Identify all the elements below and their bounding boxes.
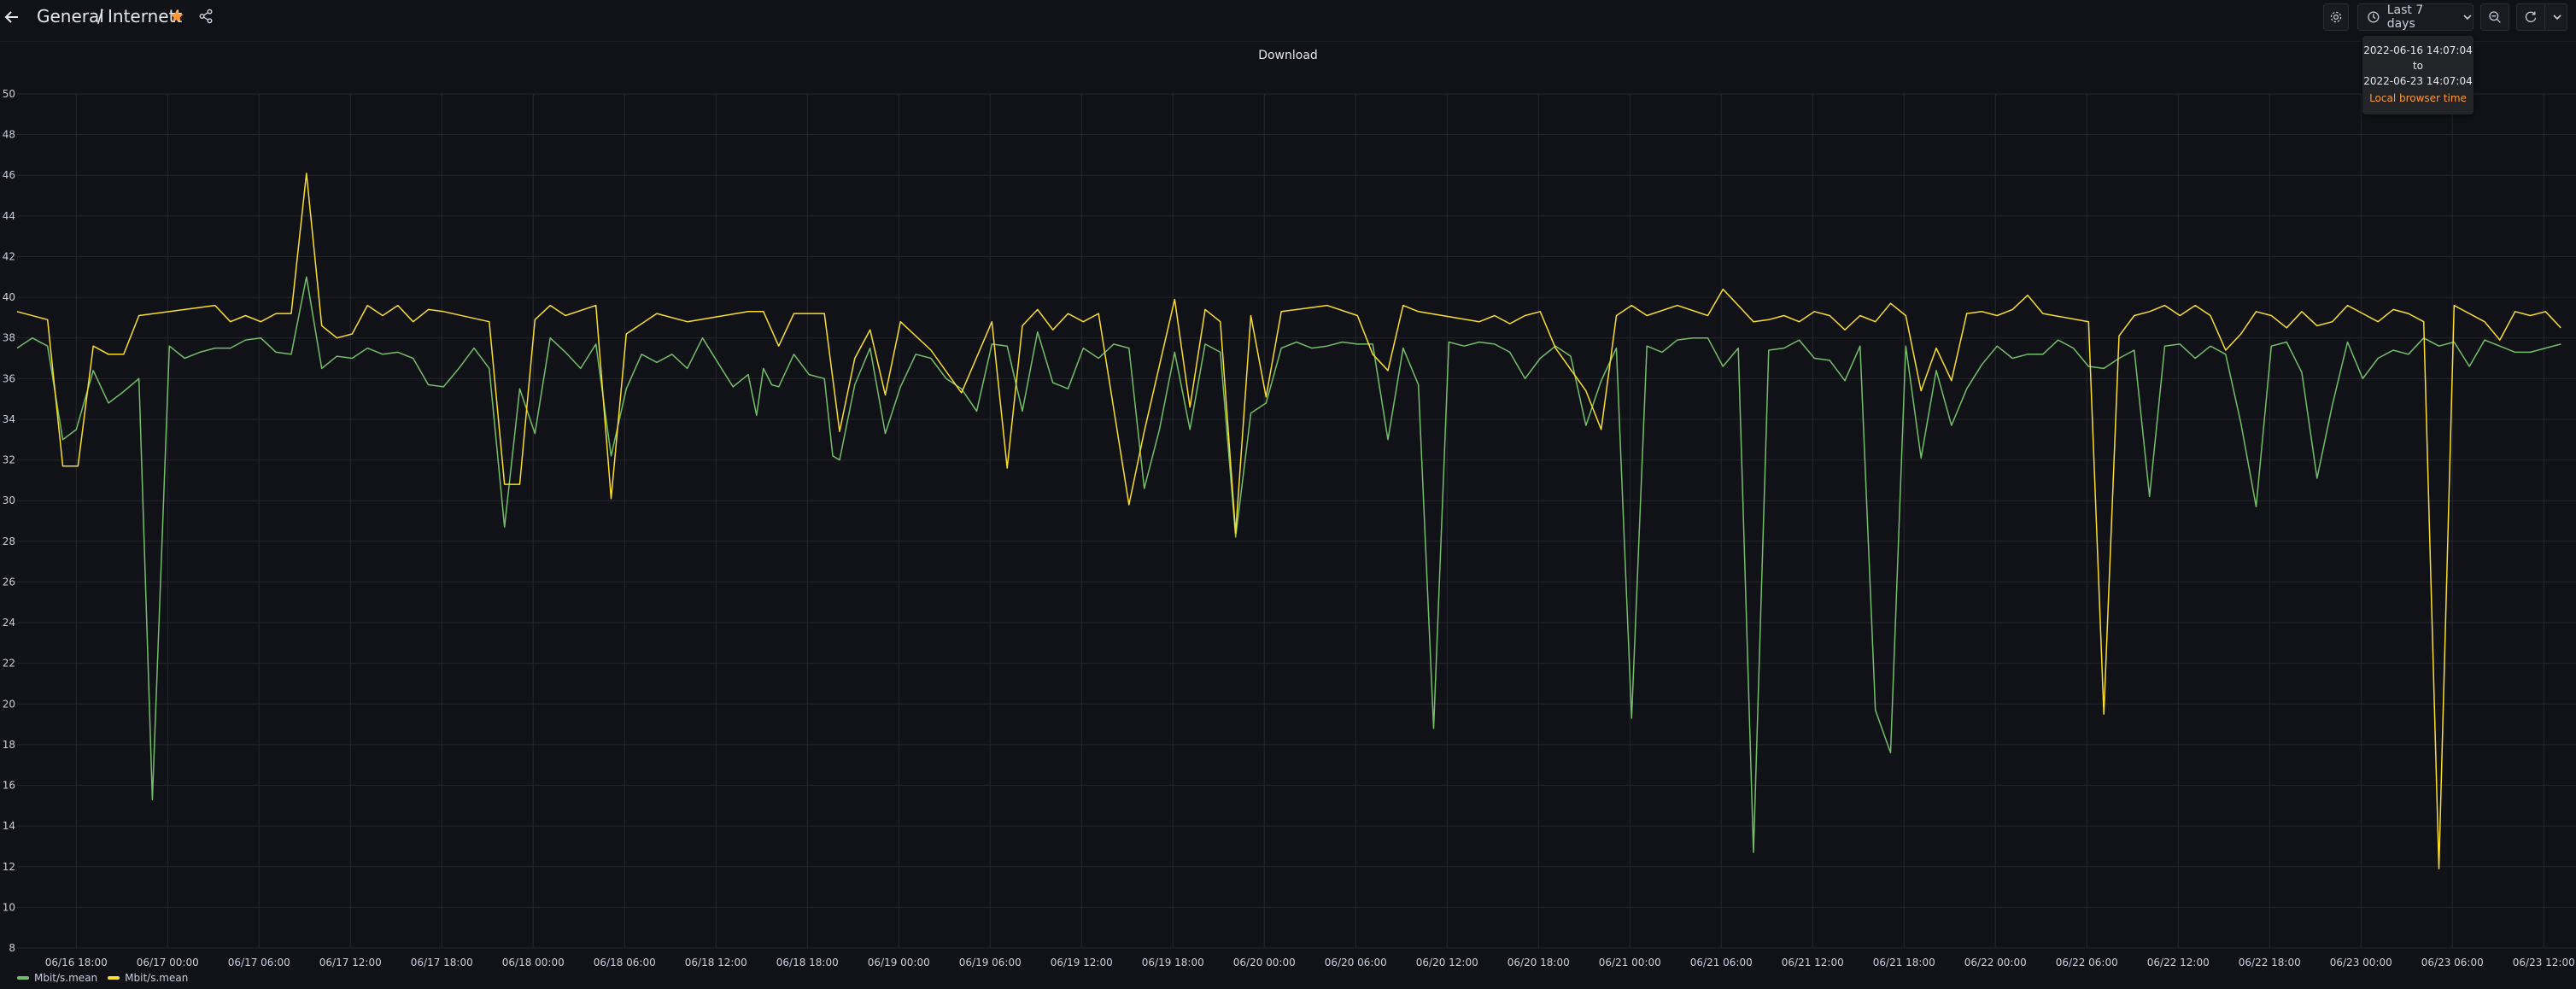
y-tick-label: 16 <box>3 780 15 792</box>
tooltip-to-word: to <box>2412 60 2424 72</box>
series-line-green <box>16 276 2561 853</box>
y-tick-label: 30 <box>3 494 15 506</box>
legend-item[interactable]: Mbit/s.mean <box>108 972 188 984</box>
x-tick-label: 06/22 12:00 <box>2147 957 2210 969</box>
y-tick-label: 18 <box>3 739 15 751</box>
tooltip-to: 2022-06-23 14:07:04 <box>2363 75 2473 87</box>
y-tick-label: 22 <box>3 658 15 670</box>
x-tick-label: 06/23 12:00 <box>2513 957 2575 969</box>
x-tick-label: 06/22 06:00 <box>2056 957 2118 969</box>
series-line-yellow <box>16 173 2561 869</box>
x-tick-label: 06/21 00:00 <box>1599 957 1661 969</box>
x-tick-label: 06/23 00:00 <box>2330 957 2392 969</box>
y-tick-label: 20 <box>3 698 15 710</box>
x-tick-label: 06/16 18:00 <box>45 957 108 969</box>
legend-item[interactable]: Mbit/s.mean <box>17 972 97 984</box>
legend-label: Mbit/s.mean <box>34 972 98 984</box>
x-tick-label: 06/20 18:00 <box>1508 957 1570 969</box>
tooltip-from: 2022-06-16 14:07:04 <box>2363 44 2473 56</box>
x-tick-label: 06/22 00:00 <box>1964 957 2027 969</box>
x-tick-label: 06/22 18:00 <box>2239 957 2301 969</box>
x-tick-label: 06/18 18:00 <box>776 957 839 969</box>
x-tick-label: 06/19 06:00 <box>959 957 1022 969</box>
y-tick-label: 10 <box>3 901 15 913</box>
x-tick-label: 06/19 00:00 <box>868 957 930 969</box>
x-tick-label: 06/20 06:00 <box>1325 957 1387 969</box>
x-tick-label: 06/18 06:00 <box>594 957 656 969</box>
y-tick-label: 28 <box>3 535 15 547</box>
legend-swatch-yellow <box>108 976 120 980</box>
y-tick-label: 44 <box>3 210 15 222</box>
x-tick-label: 06/19 18:00 <box>1142 957 1204 969</box>
y-tick-label: 12 <box>3 861 15 873</box>
x-tick-label: 06/19 12:00 <box>1051 957 1113 969</box>
y-tick-label: 36 <box>3 372 15 384</box>
legend-label: Mbit/s.mean <box>125 972 189 984</box>
y-tick-label: 48 <box>3 129 15 141</box>
y-tick-label: 42 <box>3 250 15 262</box>
x-tick-label: 06/18 12:00 <box>685 957 747 969</box>
x-tick-label: 06/18 00:00 <box>502 957 565 969</box>
y-tick-label: 26 <box>3 576 15 588</box>
x-tick-label: 06/17 06:00 <box>228 957 290 969</box>
y-tick-label: 14 <box>3 820 15 832</box>
download-chart[interactable]: 8 10 12 14 16 18 20 22 24 26 28 30 32 34 36 38 40 42 44 46 4… <box>0 0 2576 989</box>
x-tick-label: 06/17 12:00 <box>319 957 382 969</box>
x-tick-label: 06/21 18:00 <box>1873 957 1935 969</box>
x-tick-label: 06/20 00:00 <box>1233 957 1296 969</box>
y-tick-label: 40 <box>3 291 15 303</box>
time-range-tooltip: 2022-06-16 14:07:04 to 2022-06-23 14:07:… <box>2362 36 2474 114</box>
y-tick-label: 8 <box>9 942 15 954</box>
x-tick-label: 06/23 06:00 <box>2421 957 2484 969</box>
legend-swatch-green <box>17 976 29 980</box>
y-tick-label: 38 <box>3 332 15 344</box>
x-tick-label: 06/17 18:00 <box>411 957 473 969</box>
x-tick-label: 06/21 12:00 <box>1782 957 1844 969</box>
chart-grid <box>17 93 2576 949</box>
y-tick-label: 50 <box>3 88 15 100</box>
y-axis: 8 10 12 14 16 18 20 22 24 26 28 30 32 34 36 38 40 42 44 46 4… <box>3 88 15 954</box>
y-tick-label: 24 <box>3 617 15 629</box>
y-tick-label: 32 <box>3 454 15 466</box>
x-tick-label: 06/17 00:00 <box>137 957 199 969</box>
x-tick-label: 06/20 12:00 <box>1416 957 1478 969</box>
x-tick-label: 06/21 06:00 <box>1690 957 1753 969</box>
y-tick-label: 46 <box>3 169 15 181</box>
chart-legend: Mbit/s.mean Mbit/s.mean <box>17 972 188 984</box>
series-lines <box>16 173 2561 869</box>
tooltip-timezone: Local browser time <box>2369 92 2467 104</box>
y-tick-label: 34 <box>3 413 15 425</box>
x-axis: 06/16 18:00 06/17 00:00 06/17 06:00 06/17 1… <box>45 957 2575 969</box>
